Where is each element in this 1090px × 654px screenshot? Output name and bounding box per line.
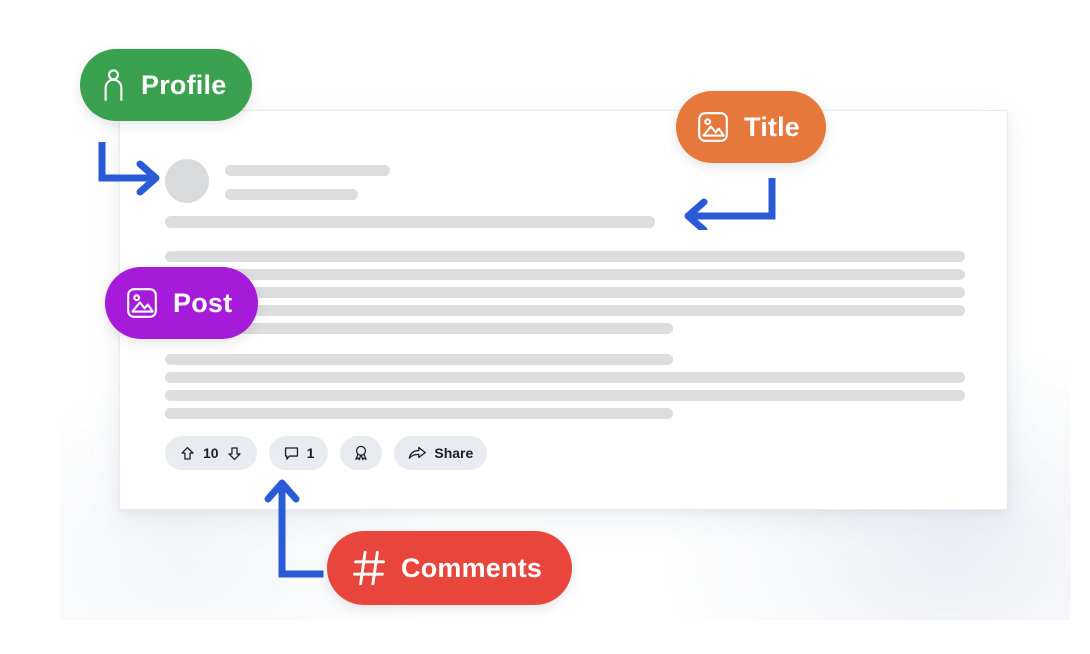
award-medal-icon: [352, 444, 370, 462]
award-button[interactable]: [340, 436, 383, 470]
comment-count: 1: [306, 445, 315, 461]
post-body-skeleton-line: [165, 269, 965, 280]
annotation-badge-profile[interactable]: Profile: [80, 49, 253, 121]
vote-button[interactable]: 10: [165, 436, 257, 470]
share-arrow-icon: [408, 445, 427, 462]
annotation-label: Profile: [141, 69, 227, 100]
post-body-skeleton-line: [165, 251, 965, 262]
post-action-bar: 10 1 Share: [165, 436, 488, 470]
author-name-skeleton: [225, 165, 390, 176]
annotation-badge-post[interactable]: Post: [105, 267, 259, 339]
annotation-label: Comments: [401, 552, 543, 583]
comment-button[interactable]: 1: [268, 436, 329, 470]
post-body-skeleton-line: [165, 305, 965, 316]
post-body-skeleton-line: [165, 372, 965, 383]
comment-bubble-icon: [283, 445, 300, 462]
post-body-skeleton-line: [165, 354, 673, 365]
author-meta-skeleton: [225, 189, 358, 200]
post-title-skeleton: [165, 216, 655, 228]
avatar: [165, 159, 209, 203]
share-label: Share: [434, 445, 474, 461]
hash-icon: [351, 549, 387, 587]
arrow-up-icon[interactable]: [179, 445, 196, 462]
annotation-badge-comments[interactable]: Comments: [327, 531, 573, 605]
image-icon: [125, 286, 159, 320]
share-button[interactable]: Share: [394, 436, 488, 470]
annotation-label: Post: [173, 287, 233, 318]
post-body-skeleton-line: [165, 408, 673, 419]
annotation-badge-title[interactable]: Title: [676, 91, 827, 163]
arrow-down-icon[interactable]: [226, 445, 243, 462]
person-icon: [100, 68, 127, 102]
annotation-label: Title: [744, 111, 801, 142]
post-body-skeleton-line: [165, 287, 965, 298]
post-body-skeleton-line: [165, 390, 965, 401]
image-icon: [696, 110, 730, 144]
vote-count: 10: [203, 445, 219, 461]
